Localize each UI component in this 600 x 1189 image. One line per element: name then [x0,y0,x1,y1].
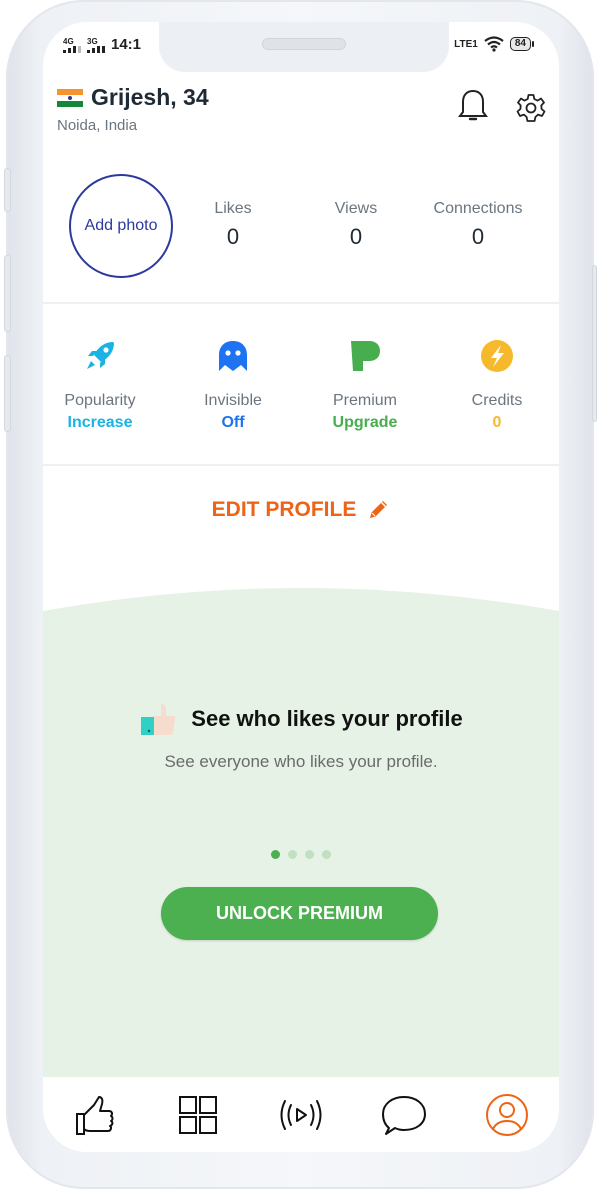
features-section: Popularity Increase Invisible Off Premiu… [43,304,559,466]
nav-likes[interactable] [65,1085,125,1145]
feature-label: Popularity [64,392,136,409]
pencil-icon [370,501,388,518]
profile-name: Grijesh, 34 [91,84,209,110]
feature-invisible[interactable]: Invisible Off [173,338,293,432]
signal-bars-icon [87,46,105,53]
side-button-power [592,265,597,422]
notch [159,22,449,72]
bell-icon[interactable] [457,88,489,124]
bottom-nav [43,1077,559,1152]
grid-icon [178,1095,217,1134]
premium-p-icon [351,341,380,371]
gear-icon[interactable] [515,92,547,124]
nav-messages[interactable] [374,1085,434,1145]
promo-heading: See who likes your profile [43,702,559,736]
stat-label: Views [334,200,378,217]
chat-bubble-icon [382,1095,427,1135]
add-photo-button[interactable]: Add photo [69,174,173,278]
feature-status: Off [221,414,245,431]
volte-indicator: LTE1 [454,38,478,50]
battery-indicator: 84 [509,37,535,51]
india-flag-icon [57,88,83,107]
nav-profile[interactable] [477,1085,537,1145]
profile-header: Grijesh, 34 Noida, India [57,84,209,134]
feature-popularity[interactable]: Popularity Increase [43,338,160,432]
stat-label: Likes [214,200,252,217]
profile-location: Noida, India [57,117,138,134]
carousel-dot[interactable] [288,850,297,859]
rocket-icon [87,342,114,369]
stat-value: 0 [349,224,363,249]
promo-description: See everyone who likes your profile. [164,752,438,771]
screen: 4G 3G 14:1 LTE1 84 Grijesh, 34 Noida, In… [43,22,559,1152]
nav-live[interactable] [271,1085,331,1145]
carousel-dot[interactable] [271,850,280,859]
speaker [262,38,346,50]
nav-browse[interactable] [168,1085,228,1145]
feature-label: Invisible [204,392,262,409]
signal-2: 3G [87,38,105,53]
feature-credits[interactable]: Credits 0 [437,338,557,432]
carousel-dot[interactable] [305,850,314,859]
user-circle-icon [486,1093,529,1136]
stats-section: Add photo Likes 0 Views 0 Connections 0 [43,172,559,304]
side-button-mute [4,168,11,212]
stat-likes[interactable]: Likes 0 [173,200,293,250]
feature-status: Upgrade [332,414,398,431]
clock: 14:1 [111,36,142,53]
side-button-volume-down [4,355,11,432]
signal-1: 4G [63,38,81,53]
status-bar-left: 4G 3G 14:1 [63,36,141,53]
broadcast-icon [280,1099,322,1130]
feature-status: 0 [492,414,502,431]
edit-profile-label: EDIT PROFILE [211,498,357,521]
feature-label: Premium [332,392,397,409]
thumbs-up-icon [75,1095,114,1135]
stat-connections[interactable]: Connections 0 [418,200,538,250]
ghost-icon [219,341,247,371]
thumbs-up-icon [141,704,176,735]
stat-views[interactable]: Views 0 [296,200,416,250]
stat-label: Connections [433,200,523,217]
feature-label: Credits [471,392,523,409]
stat-value: 0 [471,224,485,249]
status-bar-right: LTE1 84 [454,36,535,52]
feature-premium[interactable]: Premium Upgrade [305,338,425,432]
carousel-indicator [43,850,559,859]
side-button-volume-up [4,255,11,332]
signal-bars-icon [63,46,81,53]
carousel-dot[interactable] [322,850,331,859]
lightning-icon [481,340,513,372]
feature-status: Increase [67,414,133,431]
unlock-premium-button[interactable]: UNLOCK PREMIUM [161,887,438,940]
promo-title: See who likes your profile [191,706,463,731]
wifi-icon [484,36,504,52]
stat-value: 0 [226,224,240,249]
edit-profile-button[interactable]: EDIT PROFILE [43,498,559,522]
